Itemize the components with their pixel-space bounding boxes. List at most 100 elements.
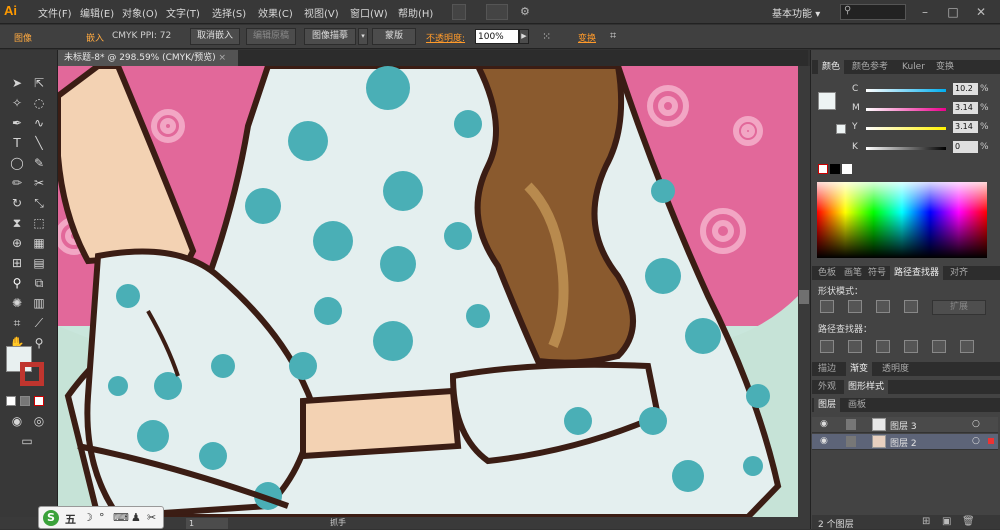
tab-transparency[interactable]: 透明度 [882, 362, 909, 376]
color-stroke-swatch[interactable] [836, 124, 846, 134]
magic-wand-tool-icon[interactable]: ✧ [8, 94, 26, 112]
selection-tool-icon[interactable]: ➤ [8, 74, 26, 92]
black-swatch[interactable] [830, 164, 840, 174]
expand-triangle-icon[interactable] [846, 436, 856, 447]
menu-window[interactable]: 窗口(W) [350, 5, 388, 20]
channel-k-slider[interactable] [866, 147, 946, 150]
tab-stroke[interactable]: 描边 [818, 362, 836, 376]
user-icon[interactable]: ♟ [131, 511, 141, 524]
search-input[interactable]: ⚲ [840, 4, 906, 20]
punctuation-icon[interactable]: ° [99, 511, 105, 524]
paintbrush-tool-icon[interactable]: ✎ [30, 154, 48, 172]
unite-icon[interactable] [820, 300, 834, 313]
transform-label[interactable]: 变换 [578, 31, 596, 44]
scissors-tool-icon[interactable]: ✂ [30, 174, 48, 192]
tab-gradient[interactable]: 渐变 [846, 362, 873, 376]
close-tab-icon[interactable]: × [218, 53, 226, 63]
menu-select[interactable]: 选择(S) [212, 5, 246, 20]
artboard-canvas[interactable] [58, 66, 798, 517]
crop-icon[interactable]: ⌗ [610, 29, 616, 43]
shape-builder-tool-icon[interactable]: ⊕ [8, 234, 26, 252]
layer-name[interactable]: 图层 3 [890, 419, 917, 432]
crop-pf-icon[interactable] [904, 340, 918, 353]
unembed-button[interactable]: 取消嵌入 [190, 28, 240, 45]
artboard-tool-icon[interactable]: ⌗ [8, 314, 26, 332]
direct-selection-tool-icon[interactable]: ⇱ [30, 74, 48, 92]
expand-triangle-icon[interactable] [846, 419, 856, 430]
opacity-input[interactable]: 100% [475, 29, 519, 44]
tab-artboards[interactable]: 画板 [848, 398, 866, 412]
new-sublayer-icon[interactable]: ⊞ [922, 516, 930, 527]
target-circle-icon[interactable]: ○ [972, 419, 980, 429]
tab-appearance[interactable]: 外观 [818, 380, 836, 394]
mask-button[interactable]: 蒙版 [372, 28, 416, 45]
none-swatch[interactable] [818, 164, 828, 174]
gradient-mode-icon[interactable] [20, 396, 30, 406]
symbol-sprayer-tool-icon[interactable]: ✺ [8, 294, 26, 312]
channel-c-value[interactable]: 10.2 [953, 83, 978, 95]
channel-k-value[interactable]: 0 [953, 141, 978, 153]
pencil-tool-icon[interactable]: ✏ [8, 174, 26, 192]
keyboard-icon[interactable]: ⌨ [113, 511, 129, 524]
white-swatch[interactable] [842, 164, 852, 174]
menu-effect[interactable]: 效果(C) [258, 5, 293, 20]
tab-color[interactable]: 颜色 [818, 60, 845, 74]
bridge-button[interactable] [452, 4, 466, 20]
channel-c-slider[interactable] [866, 89, 946, 92]
opacity-arrow-icon[interactable]: ▶ [519, 29, 529, 44]
width-tool-icon[interactable]: ⧗ [8, 214, 26, 232]
draw-mode-icon[interactable]: ◉ [8, 412, 26, 430]
edit-original-button[interactable]: 编辑原稿 [246, 28, 296, 45]
type-tool-icon[interactable]: T [8, 134, 26, 152]
new-layer-icon[interactable]: ▣ [942, 516, 951, 527]
free-transform-tool-icon[interactable]: ⬚ [30, 214, 48, 232]
minus-back-icon[interactable] [960, 340, 974, 353]
ime-mode[interactable]: 五 [65, 511, 76, 527]
ellipse-tool-icon[interactable]: ◯ [8, 154, 26, 172]
tab-layers[interactable]: 图层 [814, 398, 841, 412]
divide-icon[interactable] [820, 340, 834, 353]
artboard-number-field[interactable]: 1 [186, 518, 228, 529]
blend-tool-icon[interactable]: ⧉ [30, 274, 48, 292]
tab-brushes[interactable]: 画笔 [844, 266, 862, 280]
minimize-icon[interactable]: – [916, 4, 934, 20]
curvature-tool-icon[interactable]: ∿ [30, 114, 48, 132]
image-trace-dropdown[interactable]: ▾ [358, 28, 368, 45]
layer-row-2[interactable]: ◉ 图层 2 ○ [812, 434, 998, 450]
delete-layer-icon[interactable]: 🗑 [962, 516, 975, 527]
recolor-icon[interactable]: ⁙ [542, 30, 551, 43]
tab-transform[interactable]: 变换 [936, 60, 954, 74]
menu-file[interactable]: 文件(F) [38, 5, 72, 20]
tab-color-guide[interactable]: 颜色参考 [852, 60, 888, 74]
menu-type[interactable]: 文字(T) [166, 5, 200, 20]
opacity-label[interactable]: 不透明度: [426, 31, 465, 44]
color-mode-icon[interactable] [6, 396, 16, 406]
target-circle-icon[interactable]: ○ [972, 436, 980, 446]
mesh-tool-icon[interactable]: ⊞ [8, 254, 26, 272]
menu-help[interactable]: 帮助(H) [398, 5, 433, 20]
sync-icon[interactable]: ⚙ [520, 5, 530, 18]
expand-button[interactable]: 扩展 [932, 300, 986, 315]
menu-object[interactable]: 对象(O) [122, 5, 158, 20]
menu-edit[interactable]: 编辑(E) [80, 5, 114, 20]
outline-icon[interactable] [932, 340, 946, 353]
scissors-icon[interactable]: ✂ [147, 511, 156, 524]
scroll-thumb[interactable] [799, 290, 809, 304]
intersect-icon[interactable] [876, 300, 890, 313]
line-tool-icon[interactable]: ╲ [30, 134, 48, 152]
menu-view[interactable]: 视图(V) [304, 5, 339, 20]
image-trace-button[interactable]: 图像描摹 [304, 28, 356, 45]
perspective-grid-tool-icon[interactable]: ▦ [30, 234, 48, 252]
gradient-tool-icon[interactable]: ▤ [30, 254, 48, 272]
visibility-eye-icon[interactable]: ◉ [820, 436, 828, 446]
lasso-tool-icon[interactable]: ◌ [30, 94, 48, 112]
eyedropper-tool-icon[interactable]: ⚲ [8, 274, 26, 292]
draw-behind-icon[interactable]: ◎ [30, 412, 48, 430]
arrange-documents-button[interactable] [486, 4, 508, 20]
tab-graphic-styles[interactable]: 图形样式 [844, 380, 889, 394]
tab-pathfinder[interactable]: 路径查找器 [890, 266, 944, 280]
color-fill-swatch[interactable] [818, 92, 836, 110]
visibility-eye-icon[interactable]: ◉ [820, 419, 828, 429]
tab-symbols[interactable]: 符号 [868, 266, 886, 280]
moon-icon[interactable]: ☽ [83, 511, 93, 524]
